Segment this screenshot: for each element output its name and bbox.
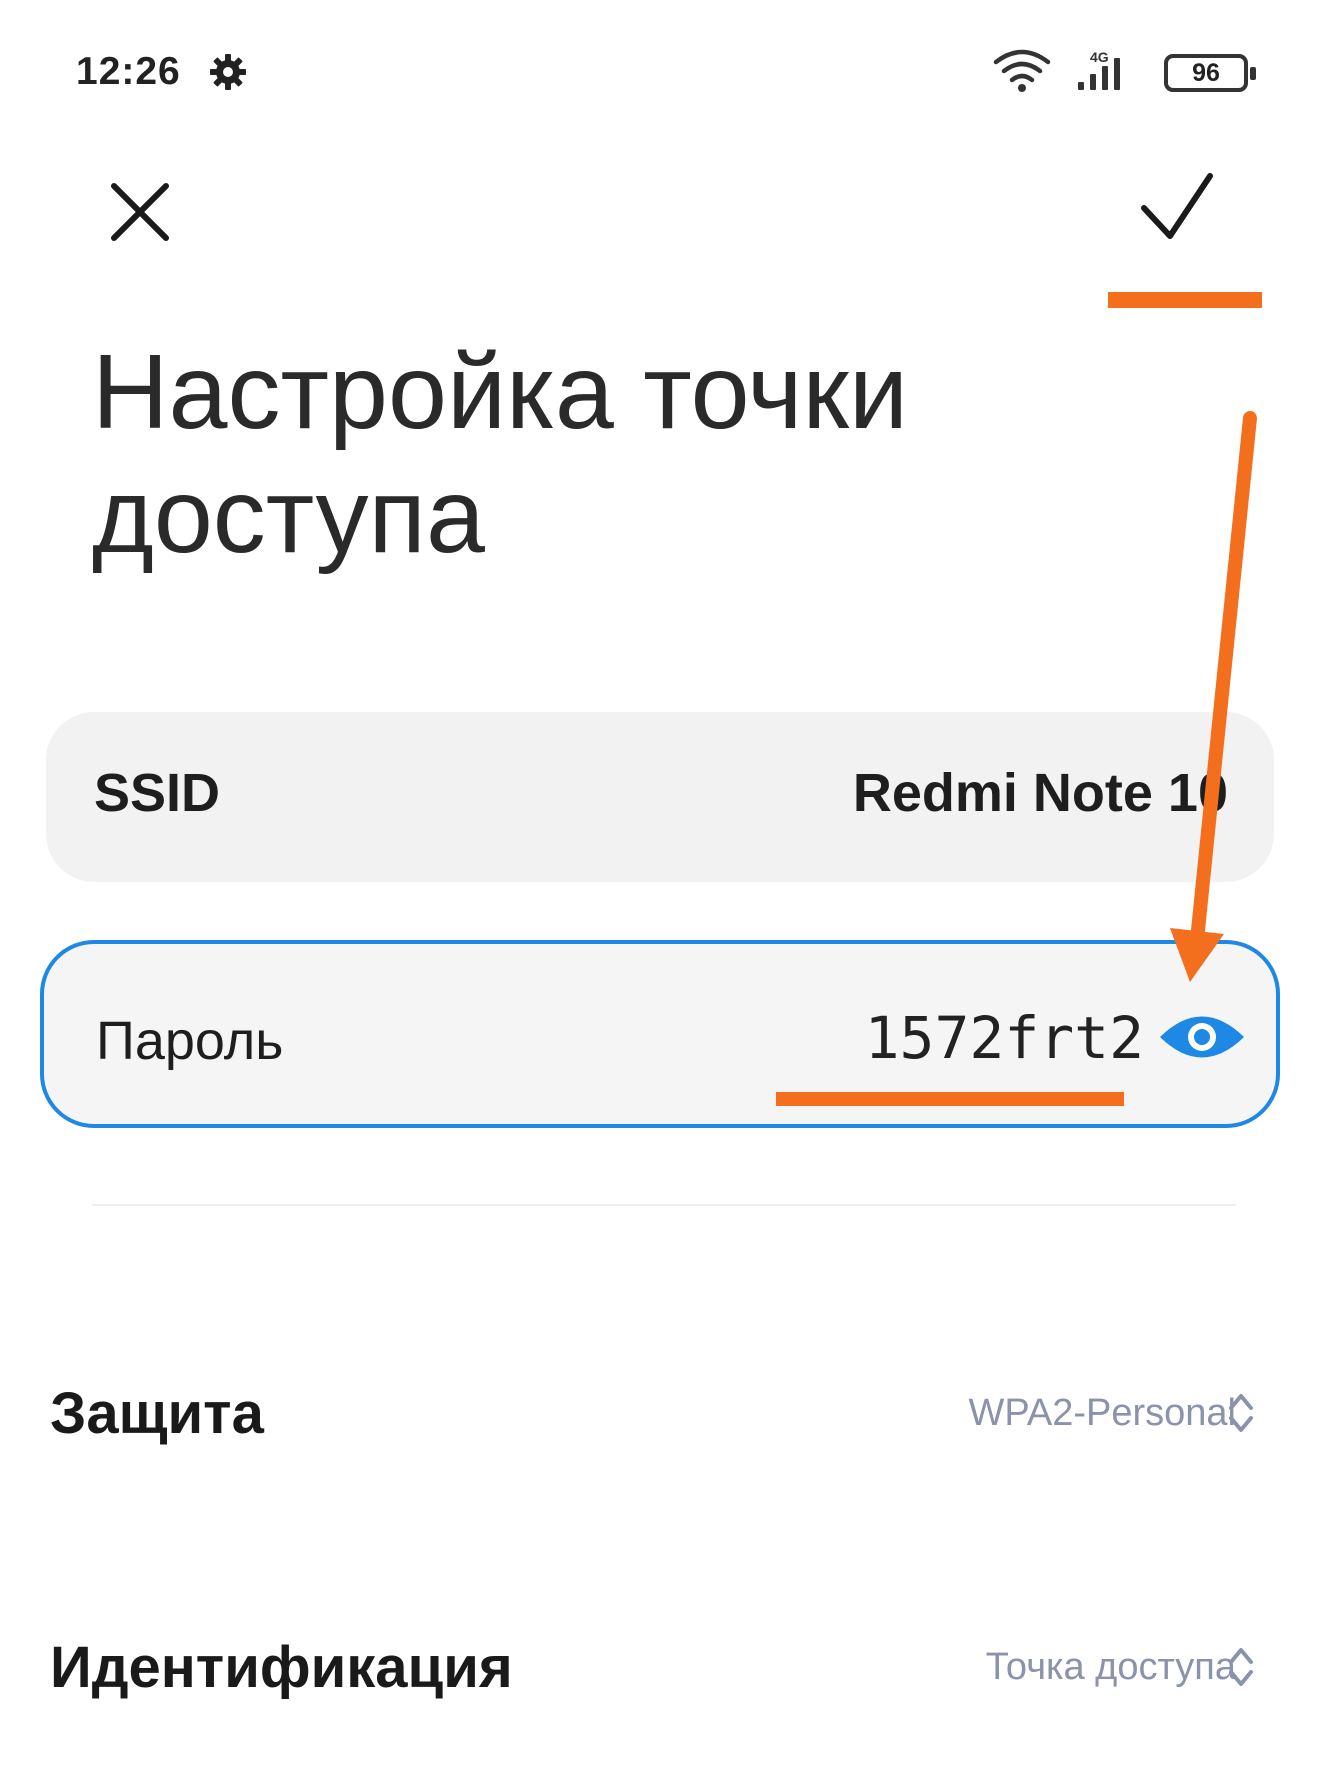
show-password-button[interactable] (1154, 1002, 1250, 1072)
identification-value: Точка доступа (985, 1646, 1236, 1688)
security-label: Защита (50, 1381, 264, 1446)
signal-icon (1078, 58, 1120, 90)
ssid-field[interactable]: SSID Redmi Note 10 (46, 712, 1274, 882)
password-label: Пароль (96, 1011, 284, 1071)
status-bar: 12:26 4G 96 (0, 0, 1320, 140)
password-field[interactable]: Пароль (40, 940, 1280, 1128)
confirm-button[interactable] (1128, 160, 1224, 256)
eye-icon (1160, 1016, 1244, 1058)
identification-setting[interactable]: Идентификация Точка доступа (0, 1600, 1320, 1730)
divider (92, 1204, 1236, 1206)
updown-arrows-icon (1229, 1648, 1253, 1686)
annotation-overlay (776, 292, 1262, 1106)
close-button[interactable] (92, 164, 188, 260)
page-title: Настройка точки доступа (92, 333, 909, 575)
ssid-label: SSID (94, 763, 221, 823)
updown-arrows-icon (1229, 1394, 1253, 1432)
close-icon (111, 183, 169, 241)
identification-label: Идентификация (50, 1635, 513, 1700)
security-setting[interactable]: Защита WPA2-Personal (0, 1346, 1320, 1476)
gear-icon (210, 54, 246, 90)
check-icon (1141, 173, 1213, 239)
battery-level: 96 (1192, 59, 1220, 87)
status-time: 12:26 (76, 50, 181, 93)
battery-icon: 96 (1164, 54, 1256, 92)
annotation-underline-confirm (1108, 292, 1262, 308)
security-value: WPA2-Personal (968, 1392, 1236, 1434)
password-input[interactable] (804, 1004, 1144, 1072)
ssid-value: Redmi Note 10 (852, 763, 1228, 823)
wifi-icon (993, 49, 1051, 92)
